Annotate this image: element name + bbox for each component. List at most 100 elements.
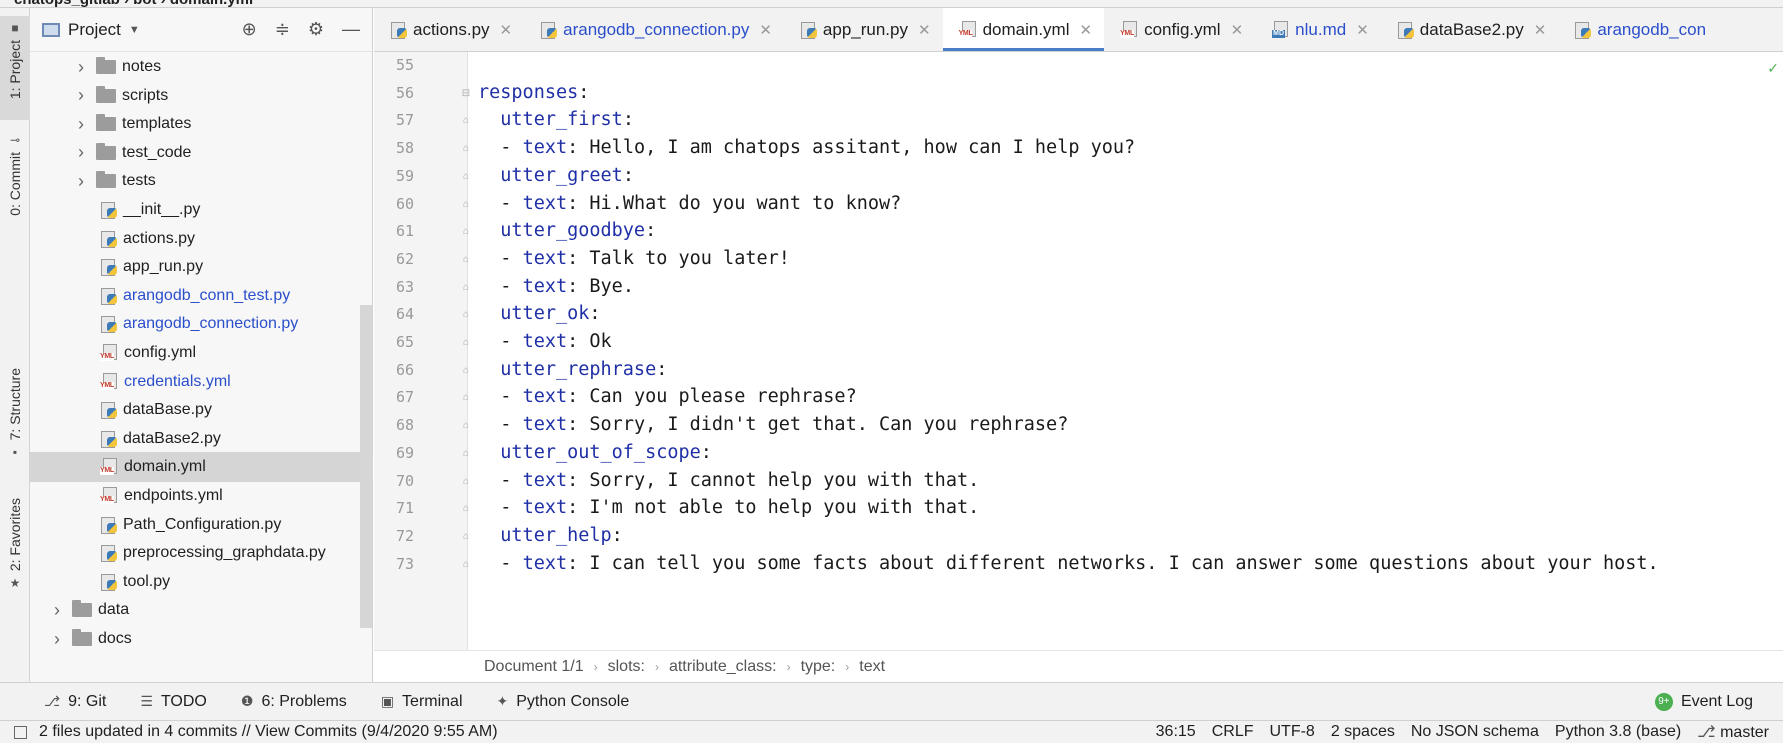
locate-file-icon[interactable]: ⊕ bbox=[242, 19, 257, 40]
fold-marker-icon[interactable]: ⌂ bbox=[460, 558, 472, 572]
chevron-right-icon[interactable]: › bbox=[74, 171, 88, 192]
project-view-selector[interactable]: Project bbox=[68, 20, 121, 40]
breadcrumb-item[interactable]: slots: bbox=[608, 658, 645, 676]
tool-tab-commit[interactable]: ⊸ 0: Commit bbox=[0, 128, 30, 232]
chevron-right-icon[interactable]: › bbox=[74, 85, 88, 106]
chevron-right-icon[interactable]: › bbox=[74, 142, 88, 163]
tree-file[interactable]: config.yml bbox=[30, 338, 373, 368]
code-line[interactable]: - text: I'm not able to help you with th… bbox=[478, 497, 979, 518]
tree-file[interactable]: Path_Configuration.py bbox=[30, 510, 373, 540]
code-line[interactable]: utter_help: bbox=[478, 525, 623, 546]
fold-marker-icon[interactable]: ⌂ bbox=[460, 391, 472, 405]
tree-file[interactable]: tool.py bbox=[30, 567, 373, 597]
fold-marker-icon[interactable]: ⌂ bbox=[460, 336, 472, 350]
fold-marker-icon[interactable]: ⌂ bbox=[460, 447, 472, 461]
tree-file[interactable]: credentials.yml bbox=[30, 367, 373, 397]
editor-tab[interactable]: actions.py ✕ bbox=[374, 8, 524, 51]
git-branch[interactable]: ⎇ master bbox=[1697, 722, 1769, 742]
close-icon[interactable]: ✕ bbox=[759, 21, 772, 39]
chevron-right-icon[interactable]: › bbox=[50, 629, 64, 650]
code-line[interactable]: - text: Bye. bbox=[478, 276, 634, 297]
fold-marker-icon[interactable]: ⌂ bbox=[460, 419, 472, 433]
fold-marker-icon[interactable]: ⊟ bbox=[460, 87, 472, 101]
tool-tab-project[interactable]: ■ 1: Project bbox=[0, 16, 30, 120]
chevron-right-icon[interactable]: › bbox=[74, 57, 88, 78]
tool-python-console[interactable]: ✦ Python Console bbox=[497, 693, 630, 711]
code-line[interactable]: - text: Sorry, I cannot help you with th… bbox=[478, 470, 979, 491]
code-line[interactable]: - text: Hi.What do you want to know? bbox=[478, 193, 901, 214]
editor-tab[interactable]: app_run.py ✕ bbox=[784, 8, 943, 51]
fold-marker-icon[interactable]: ⌂ bbox=[460, 502, 472, 516]
caret-position[interactable]: 36:15 bbox=[1156, 723, 1196, 741]
file-encoding[interactable]: UTF-8 bbox=[1269, 723, 1314, 741]
tree-file[interactable]: __init__.py bbox=[30, 195, 373, 225]
chevron-right-icon[interactable]: › bbox=[50, 600, 64, 621]
code-line[interactable]: - text: Talk to you later! bbox=[478, 248, 790, 269]
breadcrumb-item[interactable]: attribute_class: bbox=[669, 658, 777, 676]
editor-tab[interactable]: arangodb_connection.py ✕ bbox=[524, 8, 784, 51]
code-line[interactable]: - text: I can tell you some facts about … bbox=[478, 553, 1658, 574]
hide-panel-icon[interactable]: — bbox=[342, 19, 360, 40]
tool-tab-favorites[interactable]: 2: Favorites ★ bbox=[0, 498, 30, 610]
code-line[interactable]: utter_greet: bbox=[478, 165, 634, 186]
chevron-right-icon[interactable]: › bbox=[74, 114, 88, 135]
code-line[interactable]: - text: Sorry, I didn't get that. Can yo… bbox=[478, 414, 1068, 435]
code-editor[interactable]: 55 56 ⊟ 57 ⌂ 58 ⌂ 59 ⌂ 60 ⌂ 61 ⌂ 62 ⌂ 63 ⌂ 64 ⌂ 65 ⌂ 66 ⌂ 67 ⌂ 68… bbox=[374, 52, 1783, 650]
tree-file[interactable]: dataBase.py bbox=[30, 395, 373, 425]
indent-setting[interactable]: 2 spaces bbox=[1331, 723, 1395, 741]
tool-git[interactable]: ⎇ 9: Git bbox=[44, 693, 106, 711]
tree-file[interactable]: arangodb_conn_test.py bbox=[30, 281, 373, 311]
fold-marker-icon[interactable]: ⌂ bbox=[460, 364, 472, 378]
tree-folder[interactable]: › templates bbox=[30, 109, 373, 139]
close-icon[interactable]: ✕ bbox=[500, 21, 513, 39]
code-line[interactable]: - text: Hello, I am chatops assitant, ho… bbox=[478, 137, 1135, 158]
tool-terminal[interactable]: ▣ Terminal bbox=[381, 693, 463, 711]
code-line[interactable]: - text: Ok bbox=[478, 331, 611, 352]
fold-marker-icon[interactable]: ⌂ bbox=[460, 308, 472, 322]
fold-marker-icon[interactable]: ⌂ bbox=[460, 530, 472, 544]
tree-folder[interactable]: › docs bbox=[30, 624, 373, 654]
tree-file[interactable]: arangodb_connection.py bbox=[30, 309, 373, 339]
status-message[interactable]: 2 files updated in 4 commits // View Com… bbox=[39, 723, 498, 741]
tree-file[interactable]: dataBase2.py bbox=[30, 424, 373, 454]
code-line[interactable]: responses: bbox=[478, 82, 589, 103]
json-schema[interactable]: No JSON schema bbox=[1411, 723, 1539, 741]
line-separator[interactable]: CRLF bbox=[1212, 723, 1254, 741]
close-icon[interactable]: ✕ bbox=[1231, 21, 1244, 39]
tool-tab-structure[interactable]: 7: Structure ▪ bbox=[0, 368, 30, 480]
close-icon[interactable]: ✕ bbox=[1356, 21, 1369, 39]
tree-folder[interactable]: › data bbox=[30, 595, 373, 625]
collapse-all-icon[interactable]: ≑ bbox=[275, 19, 290, 40]
python-interpreter[interactable]: Python 3.8 (base) bbox=[1555, 723, 1681, 741]
fold-marker-icon[interactable]: ⌂ bbox=[460, 225, 472, 239]
editor-tab[interactable]: nlu.md ✕ bbox=[1255, 8, 1381, 51]
breadcrumb-item[interactable]: Document 1/1 bbox=[484, 658, 584, 676]
code-line[interactable]: utter_goodbye: bbox=[478, 220, 656, 241]
fold-marker-icon[interactable]: ⌂ bbox=[460, 198, 472, 212]
editor-tab[interactable]: domain.yml ✕ bbox=[942, 8, 1105, 51]
status-checkbox-icon[interactable] bbox=[14, 725, 27, 739]
tree-folder[interactable]: › scripts bbox=[30, 81, 373, 111]
close-icon[interactable]: ✕ bbox=[1079, 21, 1092, 39]
code-line[interactable]: utter_ok: bbox=[478, 303, 600, 324]
close-icon[interactable]: ✕ bbox=[918, 21, 931, 39]
tree-file[interactable]: app_run.py bbox=[30, 252, 373, 282]
project-tree-scrollbar[interactable] bbox=[360, 305, 372, 628]
tree-folder[interactable]: › test_code bbox=[30, 138, 373, 168]
fold-marker-icon[interactable]: ⌂ bbox=[460, 114, 472, 128]
fold-marker-icon[interactable]: ⌂ bbox=[460, 281, 472, 295]
fold-marker-icon[interactable]: ⌂ bbox=[460, 142, 472, 156]
fold-marker-icon[interactable]: ⌂ bbox=[460, 253, 472, 267]
code-line[interactable]: utter_first: bbox=[478, 109, 634, 130]
tree-folder[interactable]: › notes bbox=[30, 52, 373, 82]
editor-tab[interactable]: config.yml ✕ bbox=[1104, 8, 1255, 51]
breadcrumb-item[interactable]: text bbox=[859, 658, 885, 676]
tree-folder[interactable]: › tests bbox=[30, 166, 373, 196]
event-log-button[interactable]: 9+ Event Log bbox=[1654, 692, 1753, 711]
tree-file[interactable]: endpoints.yml bbox=[30, 481, 373, 511]
breadcrumb-item[interactable]: type: bbox=[801, 658, 836, 676]
gear-icon[interactable]: ⚙ bbox=[308, 19, 324, 40]
tool-problems[interactable]: ❶ 6: Problems bbox=[241, 693, 347, 711]
fold-marker-icon[interactable]: ⌂ bbox=[460, 170, 472, 184]
close-icon[interactable]: ✕ bbox=[1534, 21, 1547, 39]
